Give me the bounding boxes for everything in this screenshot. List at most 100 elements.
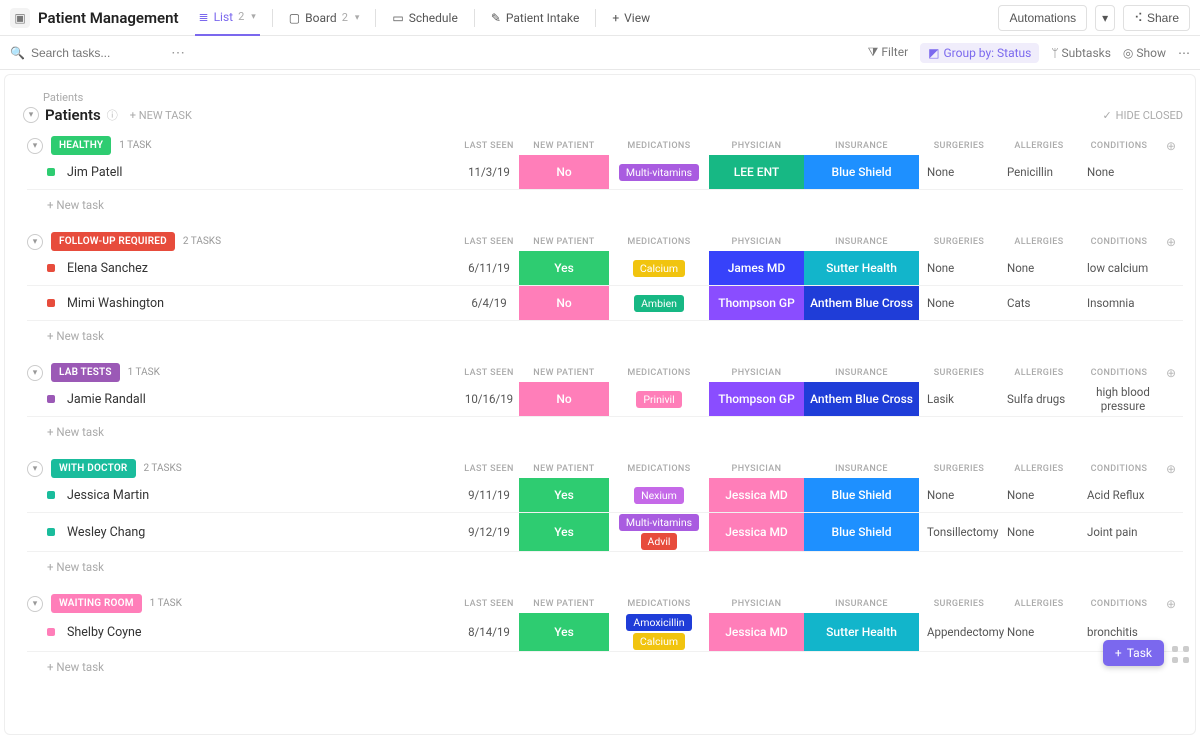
cell-new-patient[interactable]: Yes (519, 613, 609, 651)
cell-last-seen[interactable]: 10/16/19 (459, 382, 519, 416)
cell-surgeries[interactable]: Appendectomy (919, 615, 999, 649)
cell-medications[interactable]: Calcium (609, 251, 709, 285)
subtasks-button[interactable]: ᛘ Subtasks (1051, 46, 1111, 60)
medication-tag[interactable]: Advil (641, 533, 678, 550)
tab-board[interactable]: ▢ Board 2 ▾ (285, 0, 364, 36)
status-badge[interactable]: LAB TESTS (51, 363, 120, 382)
medication-tag[interactable]: Amoxicillin (626, 614, 691, 631)
cell-physician[interactable]: Jessica MD (709, 478, 804, 512)
group-collapse-toggle[interactable]: ▾ (27, 596, 43, 612)
cell-physician[interactable]: Jessica MD (709, 513, 804, 551)
new-task-link[interactable]: + New task (27, 190, 1183, 212)
cell-conditions[interactable]: None (1079, 155, 1159, 189)
add-column-button[interactable]: ⊕ (1159, 366, 1183, 380)
cell-insurance[interactable]: Sutter Health (804, 251, 919, 285)
cell-conditions[interactable]: Acid Reflux (1079, 478, 1159, 512)
cell-new-patient[interactable]: Yes (519, 478, 609, 512)
status-square-icon[interactable] (47, 395, 55, 403)
table-row[interactable]: Jim Patell 11/3/19 No Multi-vitamins LEE… (27, 155, 1183, 190)
hide-closed-button[interactable]: ✓ HIDE CLOSED (1102, 109, 1183, 122)
task-name[interactable]: Elena Sanchez (67, 261, 459, 276)
table-row[interactable]: Jamie Randall 10/16/19 No Prinivil Thomp… (27, 382, 1183, 417)
table-row[interactable]: Shelby Coyne 8/14/19 Yes Amoxicillin Calc… (27, 613, 1183, 652)
table-row[interactable]: Jessica Martin 9/11/19 Yes Nexium Jessic… (27, 478, 1183, 513)
status-badge[interactable]: WAITING ROOM (51, 594, 142, 613)
cell-medications[interactable]: Nexium (609, 478, 709, 512)
medication-tag[interactable]: Nexium (634, 487, 684, 504)
status-square-icon[interactable] (47, 264, 55, 272)
cell-medications[interactable]: Prinivil (609, 382, 709, 416)
cell-physician[interactable]: LEE ENT (709, 155, 804, 189)
app-switcher-icon[interactable] (1172, 646, 1192, 666)
cell-surgeries[interactable]: None (919, 286, 999, 320)
cell-insurance[interactable]: Sutter Health (804, 613, 919, 651)
task-name[interactable]: Shelby Coyne (67, 625, 459, 640)
status-square-icon[interactable] (47, 168, 55, 176)
add-column-button[interactable]: ⊕ (1159, 139, 1183, 153)
cell-new-patient[interactable]: No (519, 382, 609, 416)
status-square-icon[interactable] (47, 528, 55, 536)
group-collapse-toggle[interactable]: ▾ (27, 234, 43, 250)
more-menu[interactable]: ⋯ (171, 45, 185, 61)
more-menu-2[interactable]: ⋯ (1178, 46, 1190, 60)
cell-conditions[interactable]: Insomnia (1079, 286, 1159, 320)
new-task-top[interactable]: + NEW TASK (130, 109, 192, 122)
cell-conditions[interactable]: low calcium (1079, 251, 1159, 285)
cell-surgeries[interactable]: None (919, 251, 999, 285)
cell-surgeries[interactable]: None (919, 478, 999, 512)
task-name[interactable]: Mimi Washington (67, 296, 459, 311)
medication-tag[interactable]: Multi-vitamins (619, 164, 699, 181)
medication-tag[interactable]: Prinivil (636, 391, 681, 408)
cell-surgeries[interactable]: Lasik (919, 382, 999, 416)
cell-conditions[interactable]: high blood pressure (1079, 382, 1159, 416)
cell-surgeries[interactable]: Tonsillectomy (919, 515, 999, 549)
automations-dropdown[interactable]: ▾ (1095, 5, 1115, 31)
status-square-icon[interactable] (47, 628, 55, 636)
search-input[interactable] (31, 46, 161, 60)
show-button[interactable]: ◎ Show (1123, 46, 1166, 60)
cell-new-patient[interactable]: Yes (519, 251, 609, 285)
cell-allergies[interactable]: Penicillin (999, 155, 1079, 189)
folder-icon[interactable]: ▣ (10, 8, 30, 28)
cell-conditions[interactable]: Joint pain (1079, 515, 1159, 549)
add-column-button[interactable]: ⊕ (1159, 597, 1183, 611)
cell-physician[interactable]: Jessica MD (709, 613, 804, 651)
tab-schedule[interactable]: ▭ Schedule (388, 0, 461, 36)
add-column-button[interactable]: ⊕ (1159, 235, 1183, 249)
new-task-fab[interactable]: + Task (1103, 640, 1164, 666)
cell-allergies[interactable]: None (999, 251, 1079, 285)
share-button[interactable]: ⠪ Share (1123, 5, 1190, 31)
cell-allergies[interactable]: None (999, 478, 1079, 512)
task-name[interactable]: Wesley Chang (67, 525, 459, 540)
breadcrumb[interactable]: Patients (43, 91, 1183, 104)
cell-physician[interactable]: James MD (709, 251, 804, 285)
cell-allergies[interactable]: None (999, 515, 1079, 549)
cell-allergies[interactable]: Cats (999, 286, 1079, 320)
cell-last-seen[interactable]: 9/12/19 (459, 515, 519, 549)
cell-insurance[interactable]: Blue Shield (804, 155, 919, 189)
cell-allergies[interactable]: Sulfa drugs (999, 382, 1079, 416)
cell-new-patient[interactable]: No (519, 286, 609, 320)
new-task-link[interactable]: + New task (27, 652, 1183, 674)
filter-button[interactable]: ⧩ Filter (868, 45, 909, 60)
tab-patient-intake[interactable]: ✎ Patient Intake (487, 0, 584, 36)
cell-allergies[interactable]: None (999, 615, 1079, 649)
task-name[interactable]: Jim Patell (67, 165, 459, 180)
group-by-button[interactable]: ◩ Group by: Status (920, 43, 1039, 63)
cell-last-seen[interactable]: 6/11/19 (459, 251, 519, 285)
cell-insurance[interactable]: Blue Shield (804, 513, 919, 551)
cell-last-seen[interactable]: 9/11/19 (459, 478, 519, 512)
medication-tag[interactable]: Calcium (633, 633, 685, 650)
task-name[interactable]: Jessica Martin (67, 488, 459, 503)
new-task-link[interactable]: + New task (27, 417, 1183, 439)
status-square-icon[interactable] (47, 491, 55, 499)
status-square-icon[interactable] (47, 299, 55, 307)
cell-last-seen[interactable]: 11/3/19 (459, 155, 519, 189)
cell-new-patient[interactable]: No (519, 155, 609, 189)
cell-last-seen[interactable]: 6/4/19 (459, 286, 519, 320)
cell-medications[interactable]: Multi-vitamins (609, 155, 709, 189)
cell-surgeries[interactable]: None (919, 155, 999, 189)
cell-last-seen[interactable]: 8/14/19 (459, 615, 519, 649)
table-row[interactable]: Elena Sanchez 6/11/19 Yes Calcium James … (27, 251, 1183, 286)
tab-list[interactable]: ≣ List 2 ▾ (195, 0, 260, 36)
